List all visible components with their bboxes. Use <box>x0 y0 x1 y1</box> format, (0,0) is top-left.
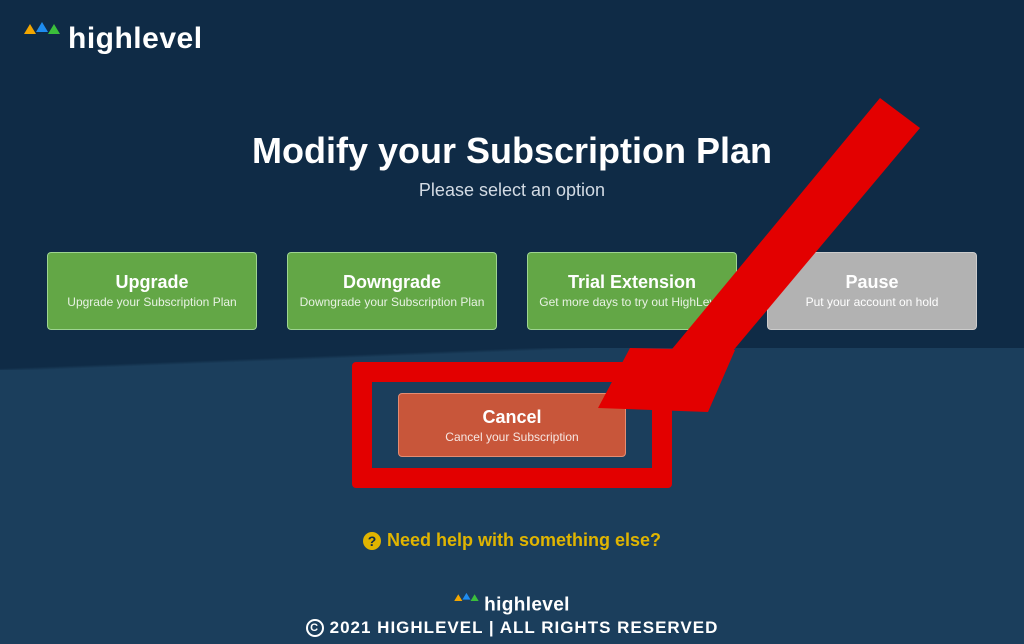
footer-brand-logo: highlevel <box>164 593 860 616</box>
trial-extension-button[interactable]: Trial Extension Get more days to try out… <box>527 252 737 330</box>
upgrade-button[interactable]: Upgrade Upgrade your Subscription Plan <box>47 252 257 330</box>
brand-arrows-icon <box>24 22 60 56</box>
brand-name: highlevel <box>68 22 203 56</box>
trial-title: Trial Extension <box>568 272 696 293</box>
footer-brand-name: highlevel <box>484 594 570 616</box>
pause-title: Pause <box>845 272 898 293</box>
question-circle-icon: ? <box>363 532 381 550</box>
help-link[interactable]: ? Need help with something else? <box>0 530 1024 551</box>
pause-subtitle: Put your account on hold <box>806 295 939 311</box>
page-footer: highlevel C 2021 HIGHLEVEL | ALL RIGHTS … <box>0 582 1024 638</box>
page-header: Modify your Subscription Plan Please sel… <box>0 130 1024 201</box>
downgrade-button[interactable]: Downgrade Downgrade your Subscription Pl… <box>287 252 497 330</box>
cancel-highlight-annotation: Cancel Cancel your Subscription <box>352 362 672 488</box>
cancel-title: Cancel <box>482 407 541 428</box>
help-text: Need help with something else? <box>387 530 661 551</box>
upgrade-title: Upgrade <box>115 272 188 293</box>
downgrade-subtitle: Downgrade your Subscription Plan <box>300 295 485 311</box>
cancel-button[interactable]: Cancel Cancel your Subscription <box>398 393 626 457</box>
copyright-icon: C <box>306 619 324 637</box>
footer-copyright: C 2021 HIGHLEVEL | ALL RIGHTS RESERVED <box>0 618 1024 638</box>
downgrade-title: Downgrade <box>343 272 441 293</box>
cancel-subtitle: Cancel your Subscription <box>445 430 578 444</box>
footer-brand-arrows-icon <box>454 593 478 616</box>
trial-subtitle: Get more days to try out HighLevel <box>539 295 724 311</box>
footer-copyright-text: 2021 HIGHLEVEL | ALL RIGHTS RESERVED <box>330 618 719 638</box>
page-subtitle: Please select an option <box>0 180 1024 201</box>
upgrade-subtitle: Upgrade your Subscription Plan <box>67 295 236 311</box>
options-row: Upgrade Upgrade your Subscription Plan D… <box>0 252 1024 330</box>
page-title: Modify your Subscription Plan <box>0 130 1024 172</box>
pause-button[interactable]: Pause Put your account on hold <box>767 252 977 330</box>
brand-logo: highlevel <box>24 22 203 56</box>
